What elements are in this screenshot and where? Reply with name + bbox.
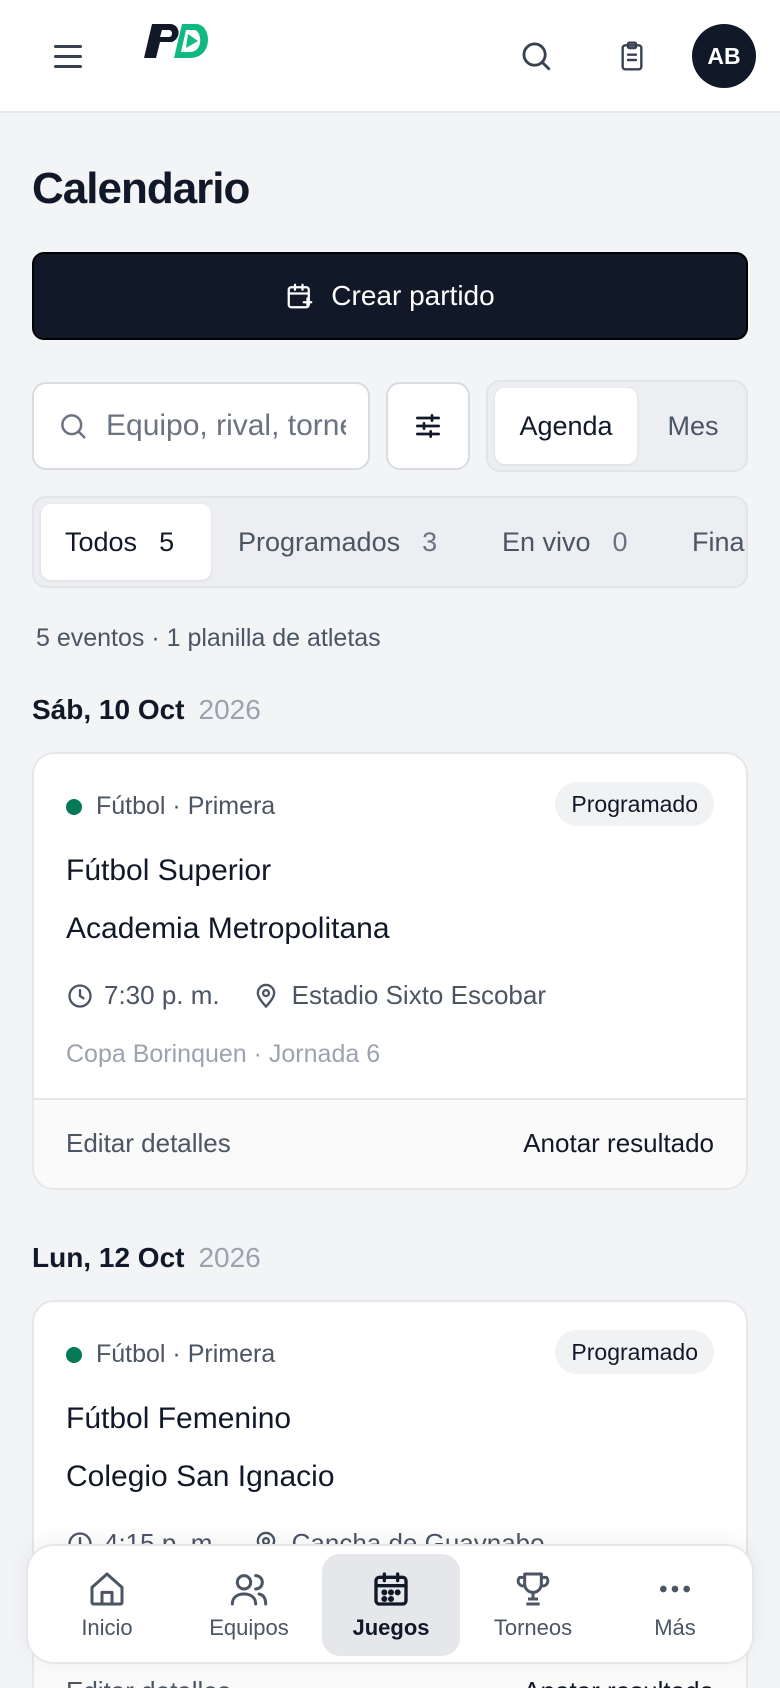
date-label: Sáb, 10 Oct: [32, 694, 185, 725]
event-card[interactable]: Fútbol · Primera Programado Fútbol Super…: [32, 752, 748, 1190]
tab-count: 0: [612, 526, 628, 557]
nav-item-mas[interactable]: Más: [606, 1554, 744, 1656]
view-agenda-option[interactable]: Agenda: [495, 388, 637, 464]
tab-programados[interactable]: Programados 3: [238, 504, 437, 580]
tab-label: Finalizados: [692, 526, 748, 557]
status-filter-tabs: Todos 5 Programados 3 En vivo 0 Finaliza…: [32, 496, 748, 588]
page-title: Calendario: [32, 164, 250, 213]
event-time: 7:30 p. m.: [104, 980, 220, 1010]
team-home: Fútbol Femenino: [66, 1402, 292, 1435]
record-score-link[interactable]: Anotar resultado: [523, 1128, 714, 1159]
sport-label: Fútbol · Primera: [66, 1340, 275, 1369]
tab-finalizados[interactable]: Finalizados: [692, 504, 748, 580]
nav-label: Juegos: [352, 1615, 430, 1640]
event-venue: Estadio Sixto Escobar: [291, 980, 546, 1010]
avatar[interactable]: AB: [692, 24, 756, 88]
status-dot: [66, 1346, 82, 1363]
nav-item-inicio[interactable]: Inicio: [38, 1554, 176, 1656]
tab-label: Programados: [238, 526, 401, 557]
view-toggle: Agenda Mes: [486, 380, 748, 472]
date-heading: Sáb, 10 Oct 2026: [32, 694, 261, 726]
tab-label: En vivo: [502, 526, 591, 557]
clock-icon: [68, 983, 92, 1008]
tab-todos[interactable]: Todos 5: [41, 504, 211, 580]
search-input[interactable]: [106, 409, 346, 443]
status-badge: Programado: [555, 782, 714, 826]
home-icon: [90, 1572, 124, 1606]
menu-icon[interactable]: [48, 36, 88, 76]
tab-count: 5: [159, 526, 175, 557]
tab-label: Todos: [65, 526, 138, 557]
bottom-navigation: Inicio Equipos Juegos Torneos Más: [26, 1544, 754, 1664]
edit-details-link[interactable]: Editar detalles: [66, 1128, 231, 1159]
tab-count: 3: [422, 526, 438, 557]
team-away: Academia Metropolitana: [66, 912, 390, 945]
sport-text: Fútbol · Primera: [96, 1340, 276, 1368]
nav-label: Inicio: [81, 1615, 133, 1640]
top-app-bar: AB: [0, 0, 780, 113]
event-meta: 7:30 p. m. Estadio Sixto Escobar: [66, 980, 546, 1011]
record-score-link[interactable]: Anotar resultado: [523, 1676, 714, 1688]
nav-item-torneos[interactable]: Torneos: [464, 1554, 602, 1656]
search-field[interactable]: [32, 382, 370, 470]
nav-item-juegos[interactable]: Juegos: [322, 1554, 460, 1656]
team-home: Fútbol Superior: [66, 854, 272, 887]
filter-button[interactable]: [386, 382, 470, 470]
status-badge: Programado: [555, 1330, 714, 1374]
calendar-plus-icon: [287, 283, 313, 309]
date-year: 2026: [198, 694, 261, 725]
date-label: Lun, 12 Oct: [32, 1242, 185, 1273]
status-dot: [66, 798, 82, 815]
tab-en-vivo[interactable]: En vivo 0: [502, 504, 628, 580]
date-heading: Lun, 12 Oct 2026: [32, 1242, 261, 1274]
more-icon: [660, 1585, 690, 1593]
logo-icon: [144, 24, 209, 58]
team-away: Colegio San Ignacio: [66, 1460, 335, 1493]
nav-item-equipos[interactable]: Equipos: [180, 1554, 318, 1656]
clipboard-icon[interactable]: [608, 32, 656, 80]
calendar-icon: [374, 1572, 408, 1606]
edit-details-link[interactable]: Editar detalles: [66, 1676, 231, 1688]
users-icon: [230, 1574, 268, 1606]
nav-label: Más: [654, 1615, 696, 1640]
events-summary: 5 eventos · 1 planilla de atletas: [36, 624, 381, 652]
nav-label: Equipos: [209, 1615, 289, 1640]
search-icon[interactable]: [512, 32, 560, 80]
nav-label: Torneos: [493, 1615, 573, 1640]
trophy-icon: [516, 1572, 550, 1606]
sport-label: Fútbol · Primera: [66, 792, 275, 821]
competition-label: Copa Borinquen · Jornada 6: [66, 1040, 381, 1068]
location-pin-icon: [256, 983, 275, 1008]
card-actions: Editar detalles Anotar resultado: [34, 1098, 746, 1188]
date-year: 2026: [198, 1242, 261, 1273]
view-month-option[interactable]: Mes: [644, 388, 742, 464]
create-match-button[interactable]: Crear partido: [32, 252, 748, 340]
search-icon: [61, 414, 86, 439]
create-match-label: Crear partido: [331, 280, 495, 311]
sliders-icon: [416, 414, 440, 438]
sport-text: Fútbol · Primera: [96, 792, 276, 820]
